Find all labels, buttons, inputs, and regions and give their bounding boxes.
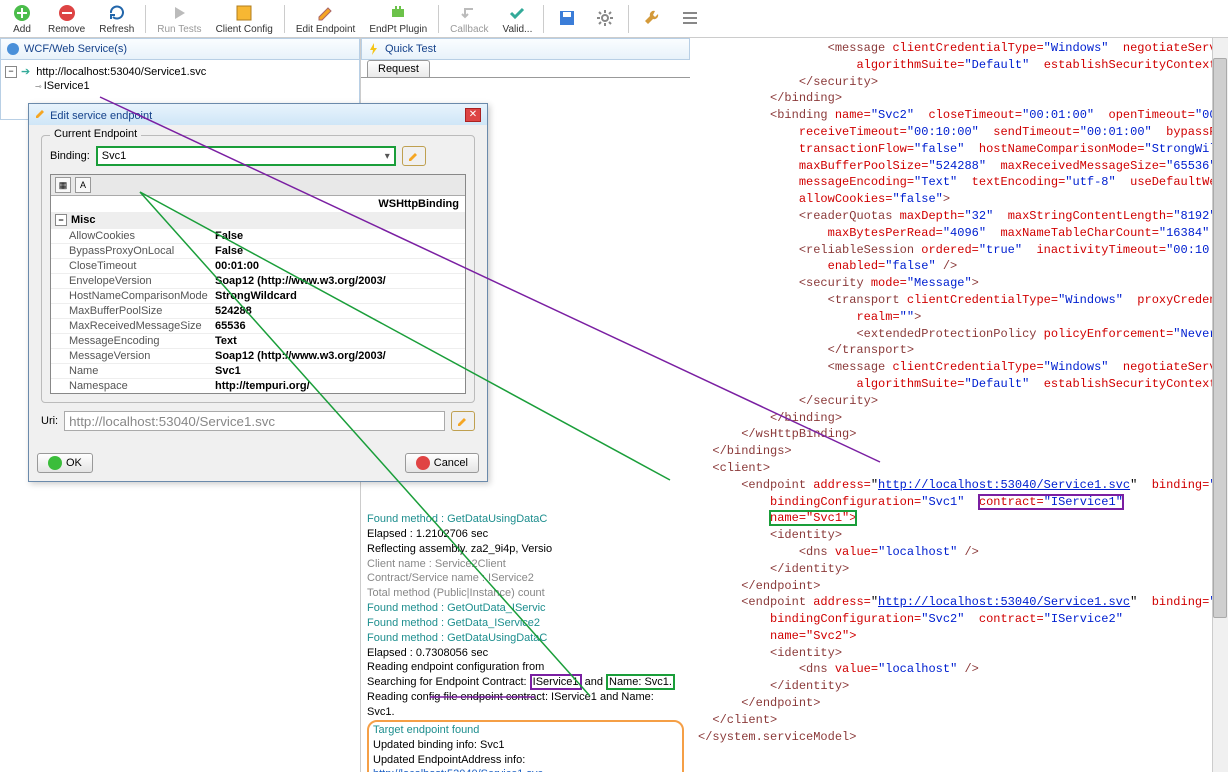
- refresh-icon: [107, 3, 127, 23]
- edit-binding-button[interactable]: [402, 146, 426, 166]
- edit-endpoint-button[interactable]: Edit Endpoint: [290, 1, 362, 37]
- tree-root-label[interactable]: http://localhost:53040/Service1.svc: [34, 66, 208, 78]
- pg-cat-button[interactable]: ▦: [55, 177, 71, 193]
- pg-az-button[interactable]: A: [75, 177, 91, 193]
- binding-label: Binding:: [50, 150, 90, 162]
- xml-viewer: <message clientCredentialType="Windows" …: [690, 38, 1228, 772]
- property-row[interactable]: HostNameComparisonModeStrongWildcard: [51, 288, 465, 303]
- property-value: False: [211, 229, 465, 243]
- edit-uri-button[interactable]: [451, 411, 475, 431]
- client-config-button[interactable]: Client Config: [210, 1, 279, 37]
- gear-icon: [595, 8, 615, 28]
- property-value: Svc1: [211, 364, 465, 378]
- edit-endpoint-dialog: Edit service endpoint ✕ Current Endpoint…: [28, 103, 488, 482]
- property-key: MessageVersion: [51, 349, 211, 363]
- save-icon: [557, 8, 577, 28]
- property-value: http://tempuri.org/: [211, 379, 465, 393]
- property-value: False: [211, 244, 465, 258]
- property-row[interactable]: CloseTimeout00:01:00: [51, 258, 465, 273]
- remove-button[interactable]: Remove: [42, 1, 91, 37]
- property-row[interactable]: EnvelopeVersionSoap12 (http://www.w3.org…: [51, 273, 465, 288]
- main-toolbar: Add Remove Refresh Run Tests Client Conf…: [0, 0, 1228, 38]
- list-icon: [680, 8, 700, 28]
- property-grid: ▦ A WSHttpBinding −Misc AllowCookiesFals…: [50, 174, 466, 394]
- property-value: 65536: [211, 319, 465, 333]
- property-key: EnvelopeVersion: [51, 274, 211, 288]
- endpt-plugin-button[interactable]: EndPt Plugin: [363, 1, 433, 37]
- endpoint-url-link[interactable]: http://localhost:53040/Service1.svc: [373, 768, 543, 772]
- tree-child-label: IService1: [44, 80, 90, 92]
- property-value: StrongWildcard: [211, 289, 465, 303]
- quick-test-header: Quick Test: [361, 38, 690, 60]
- cancel-button[interactable]: Cancel: [405, 453, 479, 473]
- target-found-box: Target endpoint found Updated binding in…: [367, 720, 684, 772]
- property-row[interactable]: Namespacehttp://tempuri.org/: [51, 378, 465, 393]
- property-key: AllowCookies: [51, 229, 211, 243]
- binding-select[interactable]: Svc1: [96, 146, 396, 166]
- callback-button[interactable]: Callback: [444, 1, 494, 37]
- property-key: Namespace: [51, 379, 211, 393]
- ok-button[interactable]: OK: [37, 453, 93, 473]
- check-icon: [507, 3, 527, 23]
- property-row[interactable]: MaxReceivedMessageSize65536: [51, 318, 465, 333]
- plugin-icon: [388, 3, 408, 23]
- wrench-icon: [642, 8, 662, 28]
- property-row[interactable]: NameSvc1: [51, 363, 465, 378]
- binding-type-header: WSHttpBinding: [51, 196, 465, 212]
- save-button[interactable]: [549, 6, 585, 31]
- tree-root-row[interactable]: − ➔ http://localhost:53040/Service1.svc: [5, 64, 355, 79]
- property-key: CloseTimeout: [51, 259, 211, 273]
- xml-name-hl: name="Svc1">: [770, 511, 856, 525]
- xml-contract-hl: contract="IService1": [979, 495, 1123, 509]
- property-key: Name: [51, 364, 211, 378]
- property-row[interactable]: BypassProxyOnLocalFalse: [51, 243, 465, 258]
- close-button[interactable]: ✕: [465, 108, 481, 122]
- request-tabbar: Request: [361, 60, 690, 78]
- log-contract-highlight: IService1: [530, 674, 582, 690]
- pencil-icon: [316, 3, 336, 23]
- current-endpoint-legend: Current Endpoint: [50, 128, 141, 140]
- property-row[interactable]: MessageEncodingText: [51, 333, 465, 348]
- property-row[interactable]: MaxBufferPoolSize524288: [51, 303, 465, 318]
- wcf-services-header: WCF/Web Service(s): [0, 38, 360, 60]
- lightning-icon: [367, 42, 381, 56]
- tree-child-row[interactable]: ⊸ IService1: [5, 79, 355, 93]
- list-button[interactable]: [672, 6, 708, 31]
- service-icon: [6, 42, 20, 56]
- property-key: BypassProxyOnLocal: [51, 244, 211, 258]
- dialog-titlebar[interactable]: Edit service endpoint ✕: [29, 104, 487, 125]
- validate-button[interactable]: Valid...: [497, 1, 539, 37]
- collapse-icon[interactable]: −: [55, 214, 67, 226]
- run-tests-button[interactable]: Run Tests: [151, 1, 207, 37]
- property-key: MaxReceivedMessageSize: [51, 319, 211, 333]
- play-icon: [169, 3, 189, 23]
- uri-label: Uri:: [41, 415, 58, 427]
- property-key: HostNameComparisonMode: [51, 289, 211, 303]
- request-tab[interactable]: Request: [367, 60, 430, 77]
- property-value: 00:01:00: [211, 259, 465, 273]
- property-value: Text: [211, 334, 465, 348]
- uri-input[interactable]: [64, 411, 445, 431]
- add-icon: [12, 3, 32, 23]
- gear-button[interactable]: [587, 6, 623, 31]
- property-key: MaxBufferPoolSize: [51, 304, 211, 318]
- wrench-button[interactable]: [634, 6, 670, 31]
- property-value: 524288: [211, 304, 465, 318]
- add-button[interactable]: Add: [4, 1, 40, 37]
- remove-icon: [57, 3, 77, 23]
- property-row[interactable]: MessageVersionSoap12 (http://www.w3.org/…: [51, 348, 465, 363]
- config-icon: [234, 3, 254, 23]
- property-row[interactable]: AllowCookiesFalse: [51, 228, 465, 243]
- arrow-icon: ➔: [21, 65, 30, 78]
- log-panel: Found method : GetDataUsingDataC Elapsed…: [361, 508, 690, 772]
- property-value: Soap12 (http://www.w3.org/2003/: [211, 274, 465, 288]
- log-name-highlight: Name: Svc1.: [606, 674, 675, 690]
- property-key: MessageEncoding: [51, 334, 211, 348]
- callback-icon: [459, 3, 479, 23]
- expand-icon[interactable]: −: [5, 66, 17, 78]
- property-value: Soap12 (http://www.w3.org/2003/: [211, 349, 465, 363]
- vertical-scrollbar[interactable]: [1212, 38, 1228, 772]
- refresh-button[interactable]: Refresh: [93, 1, 140, 37]
- pencil-icon: [35, 107, 47, 119]
